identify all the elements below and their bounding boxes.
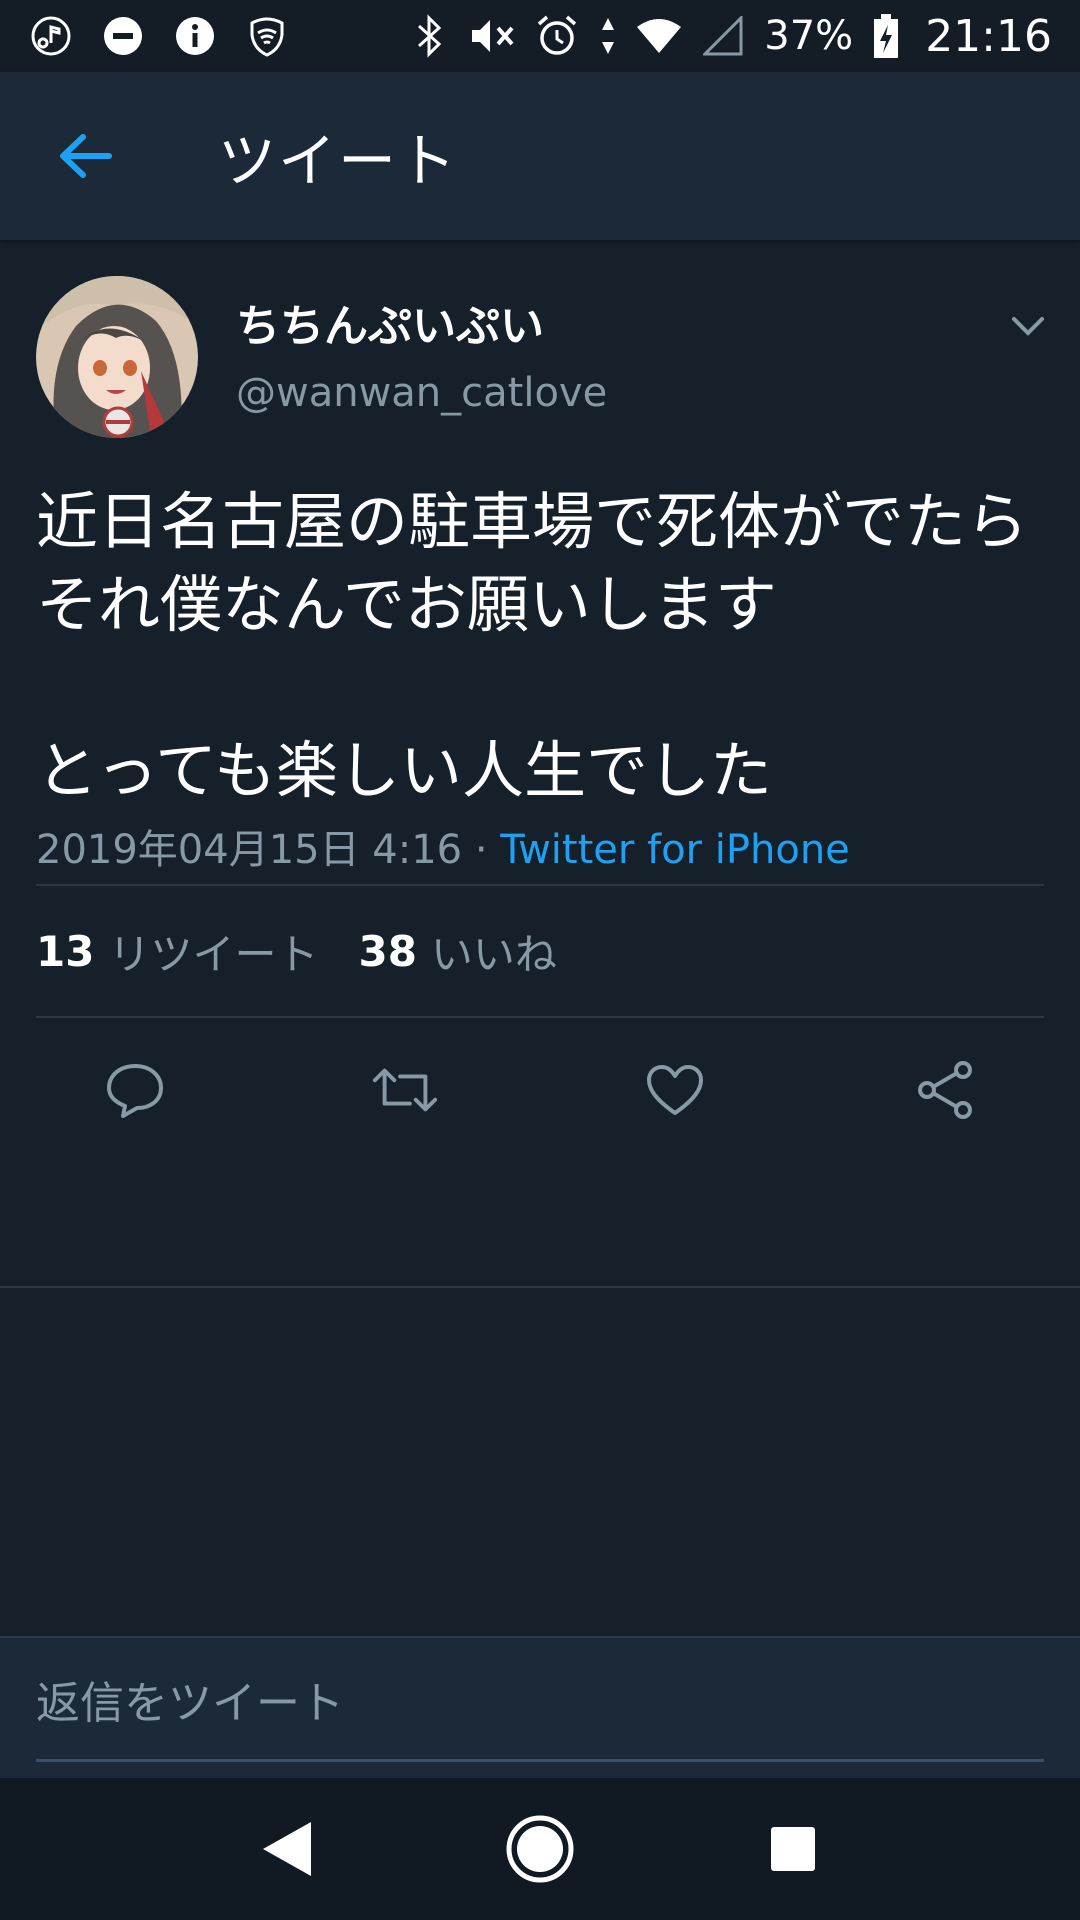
mute-icon <box>470 13 516 59</box>
tweet-date: 2019年04月15日 4:16 · <box>36 827 501 873</box>
status-left-icons <box>28 13 290 59</box>
retweet-button[interactable] <box>270 1056 540 1124</box>
bluetooth-icon <box>406 13 452 59</box>
nav-back-button[interactable] <box>232 1794 342 1904</box>
nav-home-button[interactable] <box>485 1794 595 1904</box>
share-button[interactable] <box>810 1056 1080 1124</box>
triangle-back-icon <box>262 1822 311 1876</box>
reply-composer: 返信をツイート <box>0 1636 1080 1778</box>
tweet-author: ちちんぷいぷい @wanwan_catlove <box>0 240 1080 440</box>
nav-recents-button[interactable] <box>738 1794 848 1904</box>
vpn-shield-icon <box>244 13 290 59</box>
retweet-icon <box>371 1056 439 1124</box>
info-icon <box>172 13 218 59</box>
tweet-stats: 13 リツイート 38 いいね <box>0 886 1080 1016</box>
divider <box>0 1286 1080 1288</box>
tweet-source-link[interactable]: Twitter for iPhone <box>500 827 850 873</box>
battery-percent: 37% <box>764 13 854 59</box>
status-bar: 37% 21:16 <box>0 0 1080 72</box>
back-button[interactable] <box>30 101 140 211</box>
share-icon <box>911 1056 979 1124</box>
tweet-actions <box>0 1018 1080 1162</box>
system-nav-bar <box>0 1778 1080 1920</box>
battery-charging-icon <box>871 13 901 59</box>
arrow-left-icon <box>60 134 112 178</box>
page-title: ツイート <box>218 127 459 195</box>
reply-input[interactable]: 返信をツイート <box>36 1638 1044 1762</box>
alarm-icon <box>534 13 580 59</box>
screen: 37% 21:16 ツイート ちちんぷいぷい @wanwan_catlove 近… <box>0 0 1080 1920</box>
tweet-menu-button[interactable] <box>998 296 1058 356</box>
tweet-detail: ちちんぷいぷい @wanwan_catlove 近日名古屋の駐車場で死体がでたら… <box>0 240 1080 1162</box>
clock: 21:16 <box>925 10 1052 62</box>
chevron-down-icon <box>1012 317 1044 336</box>
avatar[interactable] <box>36 276 198 438</box>
user-handle[interactable]: @wanwan_catlove <box>236 370 607 416</box>
square-recents-icon <box>771 1827 816 1871</box>
signal-icon <box>700 13 746 59</box>
tweet-text: 近日名古屋の駐車場で死体がでたら それ僕なんでお願いします とっても楽しい人生で… <box>36 485 1029 807</box>
reply-button[interactable] <box>0 1056 270 1124</box>
wifi-icon <box>636 13 682 59</box>
status-right-icons: 37% 21:16 <box>406 11 1052 62</box>
do-not-disturb-icon <box>100 13 146 59</box>
like-label[interactable]: いいね <box>431 921 557 982</box>
reply-icon <box>101 1056 169 1124</box>
display-name[interactable]: ちちんぷいぷい <box>236 290 544 354</box>
like-button[interactable] <box>540 1056 810 1124</box>
tweet-timestamp: 2019年04月15日 4:16 · Twitter for iPhone <box>0 812 1080 884</box>
app-header: ツイート <box>0 72 1080 240</box>
circle-home-icon <box>506 1815 574 1883</box>
retweet-label[interactable]: リツイート <box>108 921 318 982</box>
like-count[interactable]: 38 <box>358 927 416 976</box>
music-icon <box>28 13 74 59</box>
data-arrows-icon <box>598 13 618 59</box>
heart-icon <box>641 1056 709 1124</box>
retweet-count[interactable]: 13 <box>36 927 94 976</box>
